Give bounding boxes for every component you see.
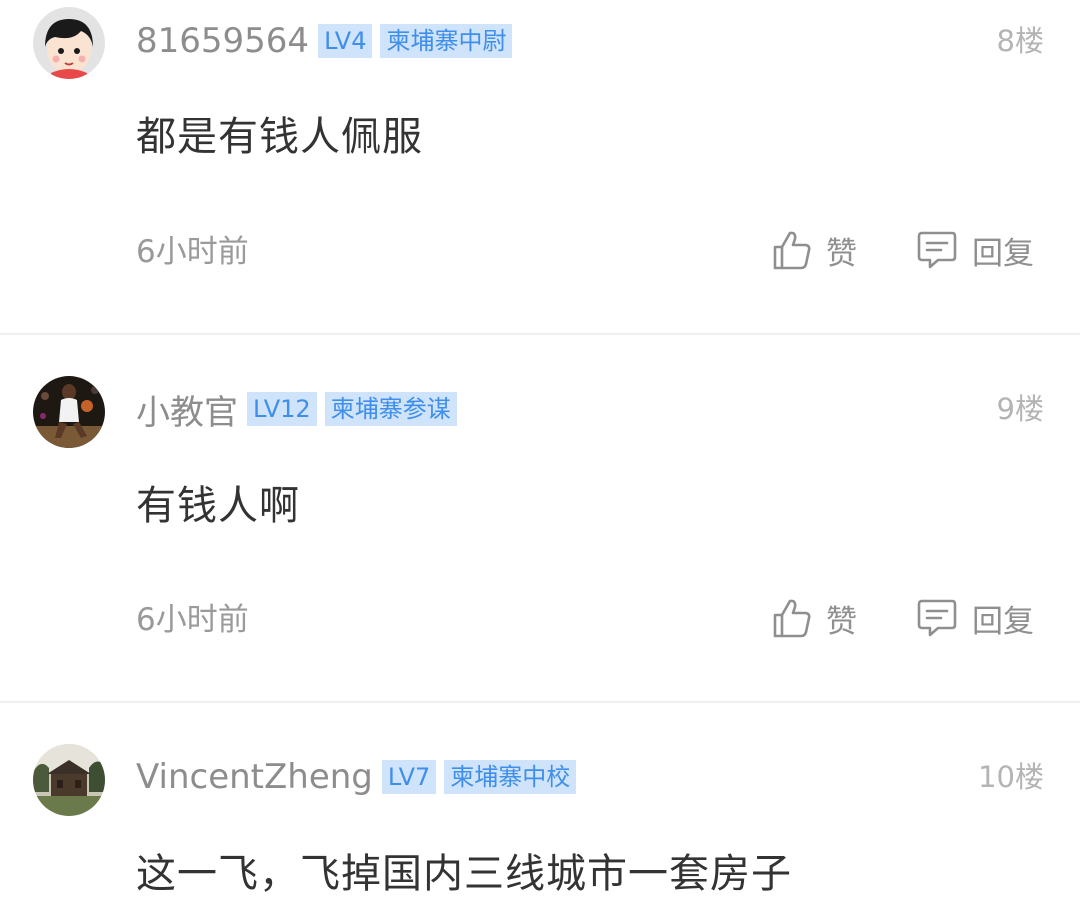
cartoon-face-icon xyxy=(33,7,105,79)
like-button[interactable]: 赞 xyxy=(772,596,857,640)
username[interactable]: 81659564 xyxy=(136,21,309,61)
wooden-house-icon xyxy=(33,744,105,816)
comment-bubble-icon xyxy=(917,599,957,637)
thumbs-up-icon xyxy=(773,599,811,638)
comment-text: 有钱人啊 xyxy=(136,483,300,529)
comment-header: 小教官 LV12 柬埔寨参谋 xyxy=(136,389,465,433)
comment-item: VincentZheng LV7 柬埔寨中校 10楼 这一飞，飞掉国内三线城市一… xyxy=(0,703,1080,914)
comment-bubble-icon xyxy=(917,231,957,269)
reply-button[interactable]: 回复 xyxy=(916,596,1034,640)
comment-text: 这一飞，飞掉国内三线城市一套房子 xyxy=(136,851,792,897)
timestamp: 6小时前 xyxy=(136,602,249,638)
comment-text: 都是有钱人佩服 xyxy=(136,114,423,160)
comment-item: 小教官 LV12 柬埔寨参谋 9楼 有钱人啊 6小时前 赞 回复 xyxy=(0,335,1080,701)
level-badge: LV12 xyxy=(247,392,317,426)
username[interactable]: 小教官 xyxy=(136,385,238,434)
rank-badge: 柬埔寨中尉 xyxy=(380,24,513,58)
thumbs-up-icon xyxy=(773,231,811,270)
avatar[interactable] xyxy=(33,376,105,448)
avatar[interactable] xyxy=(33,744,105,816)
like-label: 赞 xyxy=(826,235,857,272)
like-button[interactable]: 赞 xyxy=(772,228,857,272)
reply-label: 回复 xyxy=(972,603,1034,640)
reply-label: 回复 xyxy=(972,235,1034,272)
comment-item: 81659564 LV4 柬埔寨中尉 8楼 都是有钱人佩服 6小时前 赞 回复 xyxy=(0,0,1080,333)
level-badge: LV7 xyxy=(381,760,437,794)
comment-header: VincentZheng LV7 柬埔寨中校 xyxy=(136,757,584,797)
basketball-player-icon xyxy=(33,376,105,448)
timestamp: 6小时前 xyxy=(136,234,249,270)
level-badge: LV4 xyxy=(318,24,373,58)
rank-badge: 柬埔寨中校 xyxy=(444,760,577,794)
comment-header: 81659564 LV4 柬埔寨中尉 xyxy=(136,21,520,61)
reply-button[interactable]: 回复 xyxy=(916,228,1034,272)
floor-number: 8楼 xyxy=(996,24,1044,58)
like-label: 赞 xyxy=(826,603,857,640)
floor-number: 10楼 xyxy=(978,760,1044,794)
rank-badge: 柬埔寨参谋 xyxy=(324,392,457,426)
username[interactable]: VincentZheng xyxy=(136,757,373,797)
floor-number: 9楼 xyxy=(996,392,1044,426)
avatar[interactable] xyxy=(33,7,105,79)
